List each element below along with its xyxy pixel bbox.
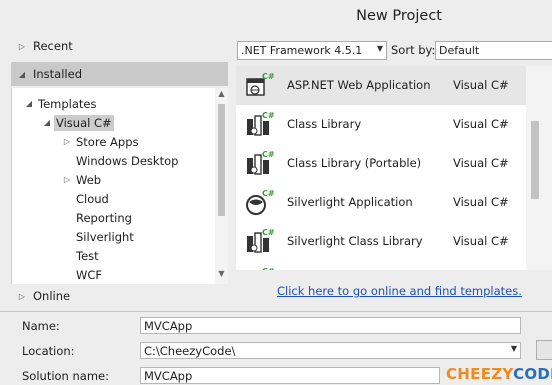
framework-select[interactable]: .NET Framework 4.5.1 ▼ (237, 41, 387, 60)
watermark-part1: CHEEZY (446, 365, 514, 383)
solution-name-label: Solution name: (22, 369, 109, 383)
svg-text:C#: C# (262, 111, 274, 120)
sort-select[interactable]: Default (435, 41, 552, 60)
sort-value: Default (439, 44, 480, 57)
tree-item-label: Windows Desktop (76, 153, 179, 168)
left-section-online[interactable]: ▷ Online (11, 284, 228, 308)
title-bar (0, 0, 552, 36)
tree-item-templates[interactable]: ◢ Templates (22, 94, 98, 113)
portable-class-library-icon: C# (247, 150, 274, 175)
template-name: Class Library (Portable) (287, 156, 422, 170)
tree-item-cloud[interactable]: Cloud (60, 189, 111, 208)
sort-by-label: Sort by: (391, 43, 436, 57)
tree-item-label: Reporting (76, 210, 132, 225)
template-list[interactable]: C# ASP.NET Web Application Visual C# C# … (236, 66, 526, 270)
svg-text:C#: C# (262, 150, 274, 159)
template-row-partial[interactable]: C# (236, 261, 526, 270)
tree-item-label: Web (76, 172, 102, 187)
tree-item-silverlight[interactable]: Silverlight (60, 227, 136, 246)
online-label: Online (33, 289, 71, 303)
template-name: Silverlight Class Library (287, 234, 423, 248)
tree-item-label: Silverlight (76, 229, 134, 244)
tree-scrollbar[interactable]: ▲ ▼ (215, 88, 228, 284)
svg-text:C#: C# (262, 189, 274, 198)
scrollbar-thumb[interactable] (531, 121, 539, 199)
tree-item-visual-csharp[interactable]: ◢ Visual C# (40, 113, 114, 132)
tree-item-reporting[interactable]: Reporting (60, 208, 134, 227)
tree-item-label: WCF (76, 267, 103, 282)
dropdown-arrow-icon[interactable]: ▼ (511, 344, 517, 353)
tree-item-windows-desktop[interactable]: Windows Desktop (60, 151, 180, 170)
template-row[interactable]: C# Silverlight Application Visual C# (236, 183, 526, 222)
template-name: Class Library (287, 117, 362, 131)
watermark-part2: CODE (513, 365, 552, 383)
csharp-template-icon: C# (262, 267, 274, 270)
template-language: Visual C# (453, 78, 509, 92)
template-row[interactable]: C# ASP.NET Web Application Visual C# (236, 66, 526, 105)
svg-text:C#: C# (262, 72, 274, 81)
tree-item-label: Test (76, 248, 99, 263)
location-label: Location: (22, 344, 75, 358)
silverlight-class-library-icon: C# (247, 228, 274, 253)
dialog-title: New Project (356, 8, 442, 24)
tree-item-label: Store Apps (76, 134, 139, 149)
template-language: Visual C# (453, 117, 509, 131)
svg-text:C#: C# (262, 267, 274, 270)
recent-label: Recent (33, 39, 73, 53)
tree-item-label: Templates (38, 96, 97, 111)
tree-item-web[interactable]: ▷ Web (60, 170, 103, 189)
browse-button[interactable] (536, 340, 552, 360)
chevron-right-icon: ▷ (63, 175, 71, 184)
template-language: Visual C# (453, 195, 509, 209)
dropdown-arrow-icon: ▼ (376, 44, 383, 53)
left-section-installed[interactable]: ◢ Installed (11, 62, 228, 86)
chevron-down-icon: ◢ (18, 69, 26, 79)
chevron-right-icon: ▷ (18, 41, 26, 51)
template-row[interactable]: C# Silverlight Class Library Visual C# (236, 222, 526, 261)
template-language: Visual C# (453, 234, 509, 248)
scroll-down-icon[interactable]: ▼ (215, 269, 228, 278)
location-input[interactable]: C:\CheezyCode\ ▼ (140, 342, 521, 359)
template-tree[interactable]: ◢ Templates ◢ Visual C# ▷ Store Apps Win… (11, 88, 228, 284)
installed-label: Installed (33, 67, 82, 81)
name-input[interactable]: MVCApp (140, 317, 521, 334)
scroll-up-icon[interactable]: ▲ (215, 89, 228, 98)
class-library-icon: C# (247, 111, 274, 136)
chevron-right-icon: ▷ (63, 137, 71, 146)
aspnet-web-app-icon: C# (246, 72, 274, 96)
cheezycode-watermark: CHEEZYCODE (446, 365, 552, 383)
chevron-down-icon: ◢ (43, 118, 51, 127)
name-value: MVCApp (144, 318, 193, 333)
left-section-recent[interactable]: ▷ Recent (11, 34, 228, 58)
tree-item-wcf[interactable]: WCF (60, 265, 104, 284)
template-row[interactable]: C# Class Library (Portable) Visual C# (236, 144, 526, 183)
chevron-down-icon: ◢ (25, 99, 33, 108)
tree-item-test[interactable]: Test (60, 246, 101, 265)
list-scrollbar[interactable] (526, 66, 552, 270)
solution-name-input[interactable]: MVCApp (140, 367, 440, 384)
tree-item-label: Cloud (76, 191, 109, 206)
location-value: C:\CheezyCode\ (144, 343, 236, 358)
divider (0, 311, 552, 312)
template-language: Visual C# (453, 156, 509, 170)
tree-item-store-apps[interactable]: ▷ Store Apps (60, 132, 141, 151)
solution-name-value: MVCApp (144, 368, 193, 383)
template-row[interactable]: C# Class Library Visual C# (236, 105, 526, 144)
scrollbar-thumb[interactable] (218, 104, 225, 216)
name-label: Name: (22, 319, 60, 333)
framework-value: .NET Framework 4.5.1 (241, 44, 363, 57)
svg-text:C#: C# (262, 228, 274, 237)
chevron-right-icon: ▷ (18, 291, 26, 301)
tree-item-label: Visual C# (54, 114, 114, 131)
template-name: ASP.NET Web Application (287, 78, 431, 92)
template-name: Silverlight Application (287, 195, 413, 209)
find-templates-online-link[interactable]: Click here to go online and find templat… (277, 284, 522, 298)
silverlight-app-icon: C# (246, 189, 274, 215)
